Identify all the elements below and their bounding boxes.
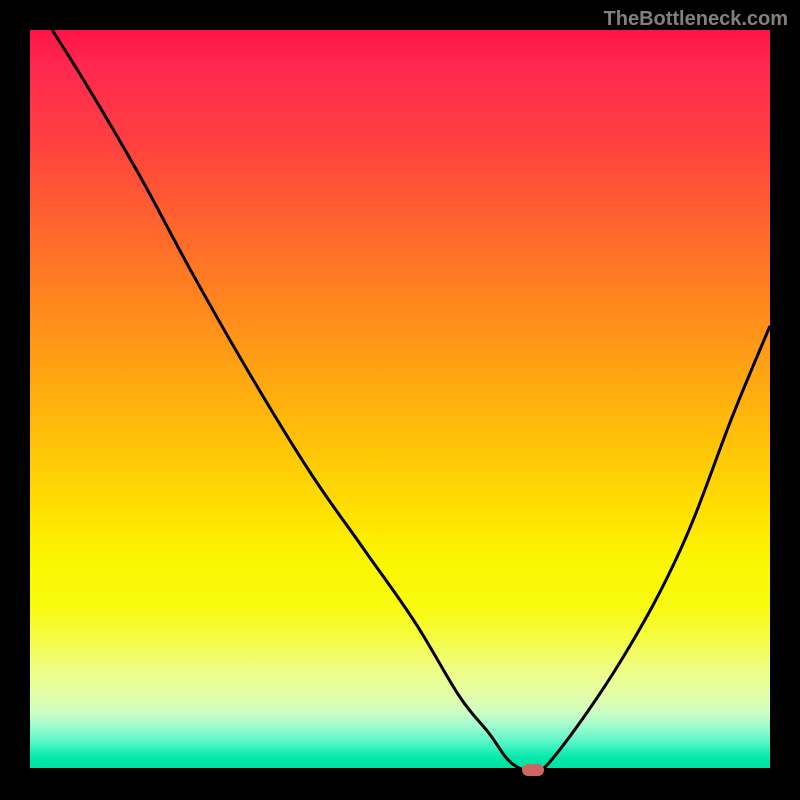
bottleneck-curve (30, 30, 770, 770)
plot-area (30, 30, 770, 770)
optimal-point-marker (522, 764, 544, 776)
chart-container: TheBottleneck.com (0, 0, 800, 800)
watermark-text: TheBottleneck.com (604, 8, 788, 31)
